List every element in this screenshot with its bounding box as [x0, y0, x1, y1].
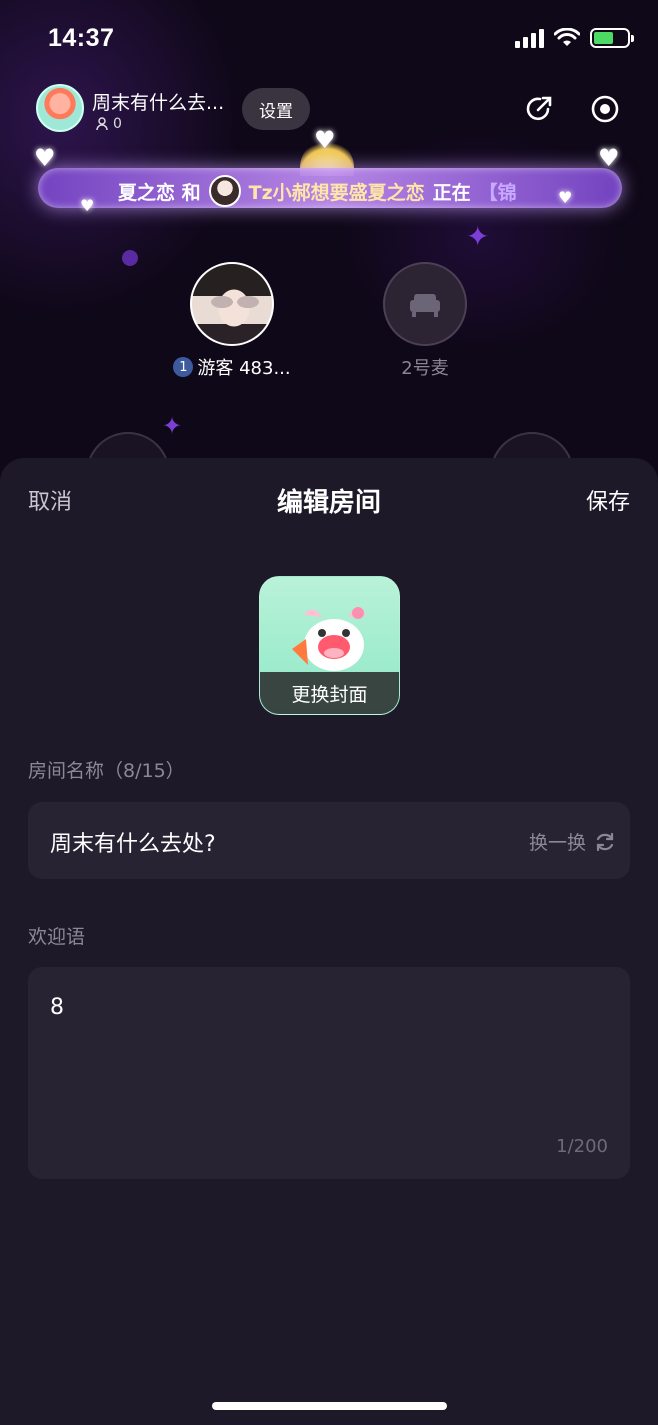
change-cover-label[interactable]: 更换封面: [260, 672, 399, 714]
banner-bar: 夏之恋 和 Tz小郝想要盛夏之恋 正在 【锦: [38, 168, 622, 208]
empty-mic[interactable]: [383, 262, 467, 346]
heart-icon: ♥: [34, 144, 56, 172]
mic-user-name: 游客 483...: [197, 358, 291, 379]
mic-number-badge: 1: [173, 357, 194, 377]
shuffle-label: 换一换: [528, 832, 586, 854]
welcome-value[interactable]: 8: [50, 995, 64, 1020]
welcome-textarea[interactable]: 8 1/200: [28, 967, 630, 1179]
banner-text: 夏之恋 和 Tz小郝想要盛夏之恋 正在 【锦: [118, 175, 517, 207]
save-button[interactable]: 保存: [586, 484, 630, 516]
user-icon: [96, 117, 108, 131]
sofa-icon: [410, 294, 440, 317]
mic-avatar[interactable]: [190, 262, 274, 346]
sparkle-icon: ✦: [466, 220, 490, 253]
room-cover[interactable]: 更换封面: [259, 576, 400, 715]
mic-label: 1 游客 483...: [172, 354, 292, 380]
status-icons: [515, 28, 634, 48]
member-count-value: 0: [113, 116, 122, 132]
heart-icon: ♥: [314, 126, 336, 154]
cancel-button[interactable]: 取消: [28, 484, 72, 516]
room-name-label: 房间名称（8/15）: [28, 760, 185, 782]
heart-icon: ♥: [598, 144, 620, 172]
room-avatar[interactable]: [36, 84, 84, 132]
battery-icon: [590, 28, 634, 48]
status-time: 14:37: [48, 24, 115, 52]
welcome-label: 欢迎语: [28, 926, 86, 948]
mic-seat-2[interactable]: 2号麦: [365, 262, 485, 380]
status-bar: 14:37: [0, 0, 658, 80]
sparkle-icon: ✦: [162, 412, 183, 440]
record-icon[interactable]: [590, 94, 620, 124]
share-icon[interactable]: [524, 94, 554, 124]
wifi-icon: [554, 28, 580, 46]
gift-banner: 夏之恋 和 Tz小郝想要盛夏之恋 正在 【锦 ♥ ♥ ♥ ♥ ♥: [28, 126, 632, 220]
banner-text-tail: 【锦: [478, 181, 517, 204]
room-member-count: 0: [96, 116, 122, 132]
mic-label: 2号麦: [401, 358, 449, 379]
refresh-icon: [596, 832, 614, 851]
edit-room-sheet: 编辑房间 取消 保存 更换封面 房间名称（8/15） 周末有什么去处? 换一换: [0, 458, 658, 1425]
banner-text-name: Tz小郝想要盛夏之恋: [248, 181, 425, 204]
sheet-title: 编辑房间: [276, 488, 381, 518]
dot-decoration: [122, 250, 138, 266]
settings-button[interactable]: 设置: [242, 88, 310, 130]
shuffle-name-button[interactable]: 换一换: [529, 828, 616, 855]
heart-icon: ♥: [558, 188, 573, 207]
banner-text-left: 夏之恋 和: [118, 181, 201, 204]
room-title[interactable]: 周末有什么去...: [92, 88, 224, 115]
heart-icon: ♥: [80, 196, 95, 215]
signal-icon: [515, 28, 544, 48]
room-name-field[interactable]: 周末有什么去处? 换一换: [28, 802, 630, 879]
banner-avatar: [208, 175, 241, 207]
mic-seat-1[interactable]: 1 游客 483...: [172, 262, 292, 380]
home-indicator[interactable]: [212, 1402, 447, 1410]
banner-text-action: 正在: [432, 181, 471, 204]
room-name-value[interactable]: 周末有什么去处?: [50, 826, 216, 858]
welcome-char-count: 1/200: [556, 1136, 608, 1157]
cover-mascot-image: [292, 607, 366, 671]
